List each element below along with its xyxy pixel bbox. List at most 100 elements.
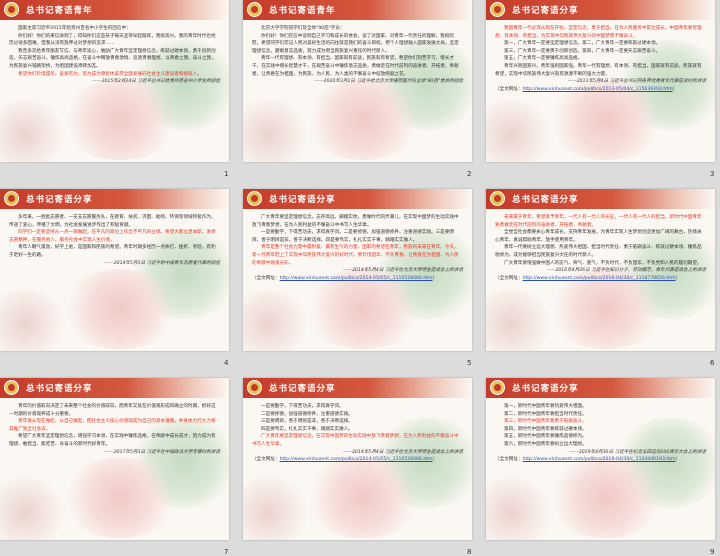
slide-number: 1 <box>224 170 229 178</box>
paragraph: 第三，广大青年一定要勇于创新创造。第四，广大青年一定要矢志艰苦奋斗。 <box>504 48 661 54</box>
paragraph: 第六，新时代中国青年要树立远大理想。 <box>504 441 587 447</box>
slide-body-text: 北京大学学院同学们及全体"90后"学员： 你们好！你们在信中谈到自己学习和成长的体… <box>252 25 463 152</box>
source-link[interactable]: http://www.xinhuanet.com/politics/2013-0… <box>523 87 673 92</box>
source-link-line: （全文网址：http://www.xinhuanet.com/politics/… <box>252 275 438 281</box>
source-link-line: （全文网址：http://www.xinhuanet.com/politics/… <box>252 457 438 463</box>
paragraph: 国家主席习近平2015年给贵州百名中小学生的回信中： <box>18 26 131 31</box>
slide-thumbnail-7[interactable]: 总书记寄语分享青年的价值取向决定了未来整个社会的价值取向，而青年又处在价值观形成… <box>0 378 229 540</box>
slide-number: 9 <box>710 548 715 556</box>
slide-title: 总书记寄语分享 <box>512 384 579 394</box>
highlighted-paragraph: 青年是整个社会力量中最积极、最有生气的力量，国家的希望在青年，民族的未来在青年。… <box>252 245 459 266</box>
source-link[interactable]: http://www.xinhuanet.com/politics/2016-0… <box>523 276 676 281</box>
highlighted-paragraph: 同学们一定要坚持从一点一滴做起，在平凡的岗位上作出不平凡的业绩。希望大家立足本职… <box>9 230 216 243</box>
slide-body-text: 一是要勤学，下得苦功夫，求得真学问。 二是要修德，加强道德修养，注重道德实践。 三是… <box>252 403 463 530</box>
source-signature: ——2014年5月4日 习近平在北京大学师生座谈会上的讲话 <box>342 449 463 455</box>
paragraph: 广大青年要增强做中国人的志气、骨气、底气，不负时代，不负韶华，不负党和人民的殷切… <box>504 260 702 266</box>
slide-number: 8 <box>467 548 472 556</box>
league-emblem-icon <box>490 380 505 395</box>
slide-number: 6 <box>710 359 715 367</box>
paragraph: 二是要修德，加强道德修养，注重道德实践。 <box>261 411 353 417</box>
source-signature: ——2013年5月4日 习近平总书记同各界优秀青年代表座谈时的讲话 <box>567 79 706 85</box>
league-emblem-icon <box>247 191 262 206</box>
slide-thumbnail-3[interactable]: 总书记寄语分享我国青年一代必须从现在开始，坚定信念，勇于担当，在为人民服务中茁壮… <box>486 0 715 162</box>
slide-title: 总书记寄语分享 <box>269 195 336 205</box>
slide-header-bar: 总书记寄语分享 <box>486 378 715 398</box>
source-link-line: （全文网址：http://www.xinhuanet.com/politics/… <box>495 457 681 463</box>
paragraph: 全党全社会都要关心青年成长，支持青年发展，为青年实现人生梦想创造更加广阔的舞台，… <box>495 230 702 243</box>
slide-thumbnail-9[interactable]: 总书记寄语分享第一，新时代中国青年要热爱伟大祖国。 第二，新时代中国青年要担当时代… <box>486 378 715 540</box>
slide-header-bar: 总书记寄语分享 <box>486 189 715 209</box>
slide-body-text: 未来属于青年，希望寄予青年。一代人有一代人的长征，一代人有一代人的担当。新时代中… <box>495 214 706 341</box>
slide-number: 7 <box>224 548 229 556</box>
source-signature: ——2020年3月2日 习近平给北京大学援鄂医疗队全体"90后"党员的回信 <box>314 79 463 85</box>
slide-title: 总书记寄语青年 <box>26 6 93 16</box>
league-emblem-icon <box>4 2 19 17</box>
slide-body-text: 广大青年要坚定理想信念，志存高远，脚踏实地，勇做时代的弄潮儿，在实现中国梦的生动… <box>252 214 463 341</box>
slide-thumbnail-6[interactable]: 总书记寄语分享未来属于青年，希望寄予青年。一代人有一代人的长征，一代人有一代人的… <box>486 189 715 351</box>
league-emblem-icon <box>490 2 505 17</box>
slide-title: 总书记寄语分享 <box>512 6 579 16</box>
slide-body-text: 多年来，一批批志愿者、一支支志愿服务队，在教育、扶贫、济困、助残、环保等领域积极… <box>9 214 220 341</box>
slide-body-text: 国家主席习近平2015年给贵州百名中小学生的回信中： 你们好！你们的来信收到了，得… <box>9 25 220 152</box>
paragraph: 第一，新时代中国青年要热爱伟大祖国。 <box>504 404 587 409</box>
paragraph: 青年兴则国家兴，青年强则国家强。青年一代有理想、有本领、有担当，国家就有前途，民… <box>495 63 702 77</box>
paragraph: 你们好！你们在信中谈到自己学习和成长的体会，谈了对国家、对青年一代责任的理解，我… <box>252 33 459 54</box>
source-signature: ——2014年5月3日 习近平给中国青年志愿者代表的回信 <box>104 260 220 266</box>
slide-number: 3 <box>710 170 715 178</box>
paragraph: 第五，广大青年一定要锤炼高尚品格。 <box>504 56 583 62</box>
paragraph: 第二，新时代中国青年要担当时代责任。 <box>504 411 587 417</box>
paragraph: 青年一代要树立远大理想、热爱伟大祖国、担当时代责任、勇于砥砺奋斗、练就过硬本领、… <box>495 245 702 258</box>
paragraph: 四是要笃实，扎扎实实干事，踏踏实实做人。 <box>261 426 353 432</box>
league-emblem-icon <box>4 380 19 395</box>
league-emblem-icon <box>490 191 505 206</box>
slide-header-bar: 总书记寄语分享 <box>0 189 229 209</box>
slide-body-text: 第一，新时代中国青年要热爱伟大祖国。 第二，新时代中国青年要担当时代责任。 第三，新… <box>495 403 706 530</box>
source-link[interactable]: http://www.xinhuanet.com/politics/2014-0… <box>280 457 433 462</box>
source-link[interactable]: http://www.xinhuanet.com/politics/2014-0… <box>280 276 433 281</box>
league-emblem-icon <box>247 2 262 17</box>
source-link[interactable]: http://www.xinhuanet.com/politics/2019-0… <box>523 457 676 462</box>
slide-header-bar: 总书记寄语分享 <box>243 378 472 398</box>
paragraph: 希望广大青年坚定理想信念，增强学习本领，在实践中锤炼品格，在奉献中成长成才，努力… <box>9 434 216 447</box>
paragraph: 北京大学学院同学们及全体"90后"学员： <box>261 26 345 31</box>
highlighted-paragraph: 我国青年一代必须从现在开始，坚定信念，勇于担当，在为人民服务中茁壮成长。中国青年… <box>495 26 702 39</box>
source-signature: ——2016年4月26日 习近平在知识分子、劳动模范、青年代表座谈会上的讲话 <box>546 268 706 274</box>
paragraph: 一是要勤学，下得苦功夫，求得真学问。 <box>261 404 344 409</box>
source-signature: ——2014年5月4日 习近平在北京大学师生座谈会上的讲话 <box>342 268 463 274</box>
paragraph: 你们好！你们的来信收到了，得知你们这些孩子每天坚持早起锻炼，我很高兴。我的青年时… <box>9 33 216 47</box>
paragraph: 青年人朝气蓬勃，好学上进，是国家和民族的希望。青年时期多经历一点摔打、挫折、考验… <box>9 245 216 258</box>
slide-number: 2 <box>467 170 472 178</box>
slide-thumbnail-5[interactable]: 总书记寄语分享广大青年要坚定理想信念，志存高远，脚踏实地，勇做时代的弄潮儿，在实… <box>243 189 472 351</box>
paragraph: 青年的价值取向决定了未来整个社会的价值取向，而青年又处在价值观形成和确立的时期，… <box>9 404 216 417</box>
league-emblem-icon <box>247 380 262 395</box>
source-signature: ——2017年5月3日 习近平在中国政法大学考察时的讲话 <box>104 449 220 455</box>
slide-number: 4 <box>224 359 229 367</box>
paragraph: 青年一代有理想、有本领、有担当，国家就有前途，民族就有希望。希望你们刻苦学习，增… <box>252 56 459 77</box>
slide-title: 总书记寄语分享 <box>269 384 336 394</box>
paragraph: 第五，新时代中国青年要锤炼品德修为。 <box>504 434 587 440</box>
slide-title: 总书记寄语分享 <box>26 195 93 205</box>
paragraph: 第四，新时代中国青年要练就过硬本领。 <box>504 426 587 432</box>
slide-number: 5 <box>467 359 472 367</box>
slide-thumbnail-8[interactable]: 总书记寄语分享一是要勤学，下得苦功夫，求得真学问。二是要修德，加强道德修养，注重… <box>243 378 472 540</box>
paragraph: 广大青年要坚定理想信念，志存高远，脚踏实地，勇做时代的弄潮儿，在实现中国梦的生动… <box>252 215 459 228</box>
slide-thumbnail-2[interactable]: 总书记寄语青年北京大学学院同学们及全体"90后"学员： 你们好！你们在信中谈到自己… <box>243 0 472 162</box>
slide-header-bar: 总书记寄语青年 <box>243 0 472 20</box>
slide-header-bar: 总书记寄语分享 <box>243 189 472 209</box>
highlighted-paragraph: 广大青年要坚定理想信念，在实现中国梦的生动实践中放飞青春梦想，在为人民利益的不懈… <box>252 434 459 447</box>
paragraph: 第一，广大青年一定要坚定理想信念。第二，广大青年一定要练就过硬本领。 <box>504 41 661 47</box>
slide-thumbnail-4[interactable]: 总书记寄语分享多年来，一批批志愿者、一支支志愿服务队，在教育、扶贫、济困、助残、… <box>0 189 229 351</box>
slide-header-bar: 总书记寄语分享 <box>0 378 229 398</box>
slide-body-text: 我国青年一代必须从现在开始，坚定信念，勇于担当，在为人民服务中茁壮成长。中国青年… <box>495 25 706 152</box>
paragraph: 多年来，一批批志愿者、一支支志愿服务队，在教育、扶贫、济困、助残、环保等领域积极… <box>9 215 216 228</box>
source-link-line: （全文网址：http://www.xinhuanet.com/politics/… <box>495 86 678 92</box>
paragraph: 一是要勤学，下得苦功夫，求得真学问。二是要修德，加强道德修养，注重道德实践。三是… <box>252 230 454 243</box>
slide-title: 总书记寄语分享 <box>512 195 579 205</box>
slide-thumbnail-1[interactable]: 总书记寄语青年国家主席习近平2015年给贵州百名中小学生的回信中： 你们好！你们的… <box>0 0 229 162</box>
slide-title: 总书记寄语分享 <box>26 384 93 394</box>
source-link-line: （全文网址：http://www.xinhuanet.com/politics/… <box>495 275 681 281</box>
slide-header-bar: 总书记寄语青年 <box>0 0 229 20</box>
highlighted-paragraph: 未来属于青年，希望寄予青年。一代人有一代人的长征，一代人有一代人的担当。新时代中… <box>495 215 702 228</box>
highlighted-paragraph: 希望你们珍惜韶华，奋发有为，努力成为德智体美劳全面发展的社会主义建设者和接班人。 <box>18 71 202 77</box>
highlighted-paragraph: 青年要从现在做起、从自己做起，使社会主义核心价值观成为自己的基本遵循，并身体力行… <box>9 419 216 432</box>
